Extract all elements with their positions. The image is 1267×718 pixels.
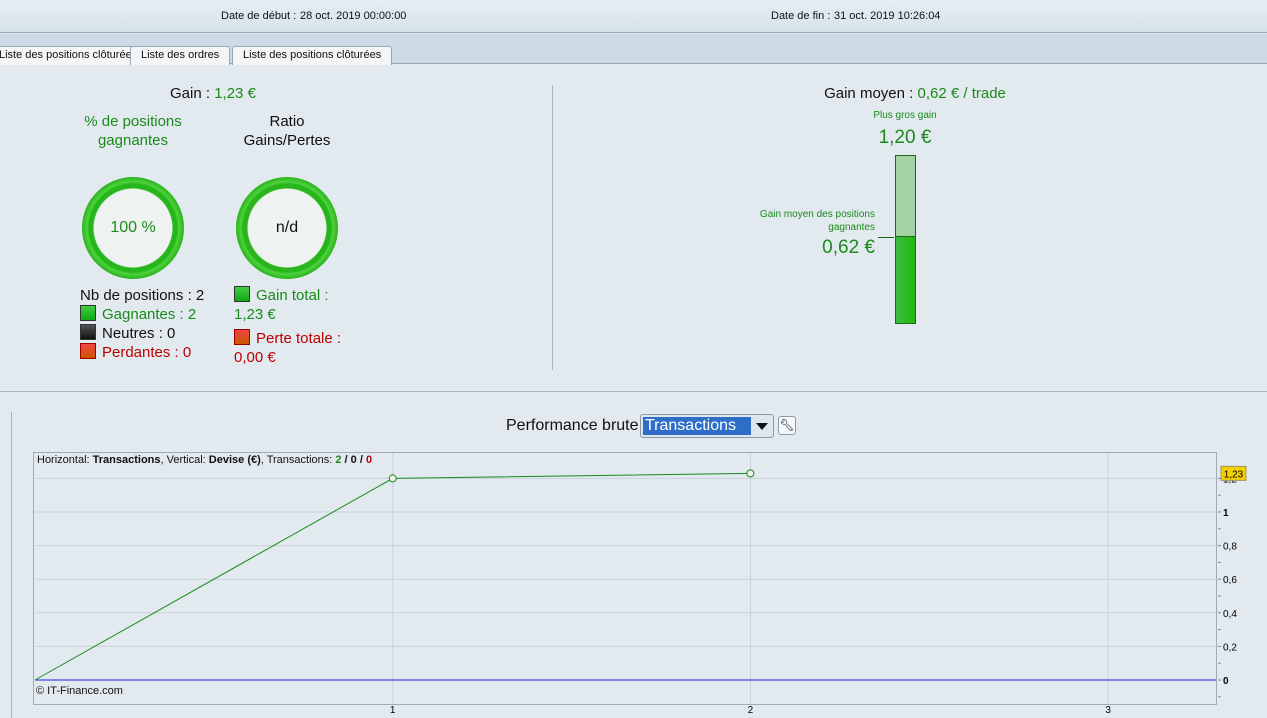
gain-total-label: Gain total : (256, 287, 329, 304)
last-value-label: 1,23 (1224, 469, 1244, 480)
loss-swatch-icon (234, 329, 250, 345)
positions-legend: Nb de positions : 2 Gagnantes : 2 Neutre… (80, 286, 204, 362)
winners-count: Gagnantes : 2 (102, 306, 197, 323)
end-date-value: 31 oct. 2019 10:26:04 (834, 10, 941, 22)
gain-total: Gain total : 1,23 € (234, 286, 329, 324)
avg-win-value: 0,62 € (822, 237, 875, 258)
avg-gain-value: 0,62 € / trade (917, 85, 1006, 102)
gain-total-value: 1,23 € (234, 306, 276, 323)
avg-gain-label: Gain moyen : (824, 85, 914, 102)
y-tick-label: 0,6 (1223, 575, 1237, 586)
section-divider-horizontal (0, 391, 1267, 392)
pct-winners-title: % de positions gagnantes (84, 113, 182, 149)
ratio-gauge: n/d (236, 177, 338, 279)
start-date-label: Date de début : (221, 10, 297, 22)
nb-positions: Nb de positions : 2 (80, 287, 205, 304)
pct-winners-value: 100 % (110, 219, 156, 236)
data-point (746, 469, 755, 478)
gain-value: 1,23 € (214, 85, 256, 102)
copyright: © IT-Finance.com (36, 685, 123, 697)
pct-winners-gauge: 100 % (82, 177, 184, 279)
tx-losers: 0 (365, 454, 373, 466)
gain-bar-fill (896, 236, 915, 323)
perf-select[interactable]: Transactions (640, 414, 774, 438)
chevron-down-icon (756, 423, 768, 430)
x-tick-label: 3 (1105, 705, 1111, 716)
losers-swatch-icon (80, 343, 96, 359)
gain-swatch-icon (234, 286, 250, 302)
tab-bar: Liste des positions clôturées Liste des … (0, 34, 1267, 65)
section-divider (552, 85, 553, 370)
gain-label: Gain : (170, 85, 211, 102)
avg-win-label: Gain moyen des positions gagnantes (759, 209, 875, 233)
tab-closed-positions-2[interactable]: Liste des positions clôturées (232, 46, 393, 65)
header-bar: Date de début : 28 oct. 2019 00:00:00 Da… (0, 0, 1267, 33)
tab-closed-positions-1[interactable]: Liste des positions clôturées (0, 46, 149, 65)
gain-bar (895, 155, 916, 324)
avg-gain-line: Gain moyen : 0,62 € / trade (760, 85, 1070, 102)
performance-chart: 12300,20,40,60,811,21,23 (34, 453, 1247, 716)
neutral-swatch-icon (80, 324, 96, 340)
chart-info: Horizontal: Transactions, Vertical: Devi… (37, 454, 373, 466)
perf-select-value: Transactions (643, 417, 751, 435)
arrow-icon (878, 237, 894, 238)
ratio-value: n/d (275, 219, 299, 236)
y-tick-label: 0,4 (1223, 609, 1237, 620)
y-tick-label: 0,8 (1223, 542, 1237, 553)
wrench-icon: 🔧︎ (779, 418, 795, 432)
winners-swatch-icon (80, 305, 96, 321)
y-tick-label: 1 (1223, 508, 1229, 519)
y-tick-label: 0,2 (1223, 642, 1237, 653)
max-gain-label: Plus gros gain (873, 110, 937, 121)
losers-count: Perdantes : 0 (102, 344, 192, 361)
x-tick-label: 1 (390, 705, 396, 716)
loss-total-label: Perte totale : (256, 330, 342, 347)
end-date-label: Date de fin : (771, 10, 831, 22)
x-tick-label: 2 (748, 705, 754, 716)
start-date-value: 28 oct. 2019 00:00:00 (300, 10, 407, 22)
gain-line: Gain : 1,23 € (170, 85, 256, 102)
neutral-count: Neutres : 0 (102, 325, 176, 342)
perf-label: Performance brute (506, 417, 639, 434)
settings-wrench-button[interactable]: 🔧︎ (778, 416, 796, 435)
y-tick-label: 0 (1223, 676, 1229, 687)
max-gain-value: 1,20 € (878, 127, 932, 148)
loss-total: Perte totale : 0,00 € (234, 329, 341, 367)
ratio-title: Ratio Gains/Pertes (243, 113, 331, 149)
loss-total-value: 0,00 € (234, 349, 276, 366)
data-point (388, 474, 397, 483)
tab-orders[interactable]: Liste des ordres (130, 46, 231, 65)
